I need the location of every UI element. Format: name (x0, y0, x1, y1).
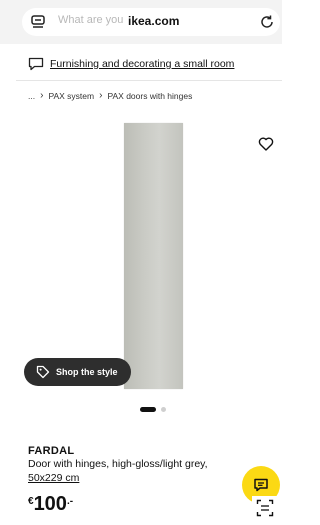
reload-icon[interactable] (259, 14, 275, 30)
inspiration-banner[interactable]: Furnishing and decorating a small room (28, 56, 234, 72)
divider (16, 80, 282, 81)
scan-button[interactable] (252, 496, 278, 520)
chevron-right-icon: › (40, 90, 44, 101)
tag-icon (36, 365, 50, 379)
shop-the-style-label: Shop the style (56, 367, 118, 377)
shop-the-style-button[interactable]: Shop the style (24, 358, 131, 386)
carousel-indicator (140, 407, 166, 412)
chat-icon (254, 478, 268, 492)
browser-bar: What are you ikea.com (0, 0, 282, 44)
carousel-dot-active[interactable] (140, 407, 156, 412)
search-ghost-text: What are you (58, 14, 124, 26)
url-text[interactable]: ikea.com (128, 14, 179, 28)
product-image (124, 123, 183, 389)
product-description: Door with hinges, high-gloss/light grey, (28, 458, 208, 470)
chevron-right-icon: › (99, 90, 103, 101)
breadcrumb-item-pax-system[interactable]: PAX system (48, 91, 94, 101)
breadcrumb-ellipsis[interactable]: ... (28, 91, 35, 101)
product-name: FARDAL (28, 445, 75, 457)
banner-link[interactable]: Furnishing and decorating a small room (50, 58, 234, 70)
breadcrumb: ... › PAX system › PAX doors with hinges (28, 90, 192, 101)
heart-icon[interactable] (258, 136, 274, 152)
chat-bubble-icon (28, 57, 44, 71)
product-price: € 100 .- (28, 493, 73, 515)
menu-icon[interactable] (30, 14, 46, 30)
price-decimal: .- (66, 496, 74, 507)
breadcrumb-item-pax-doors[interactable]: PAX doors with hinges (107, 91, 192, 101)
carousel-dot[interactable] (161, 407, 166, 412)
scan-icon (256, 499, 274, 517)
product-size-link[interactable]: 50x229 cm (28, 472, 79, 484)
price-integer: 100 (33, 493, 67, 515)
